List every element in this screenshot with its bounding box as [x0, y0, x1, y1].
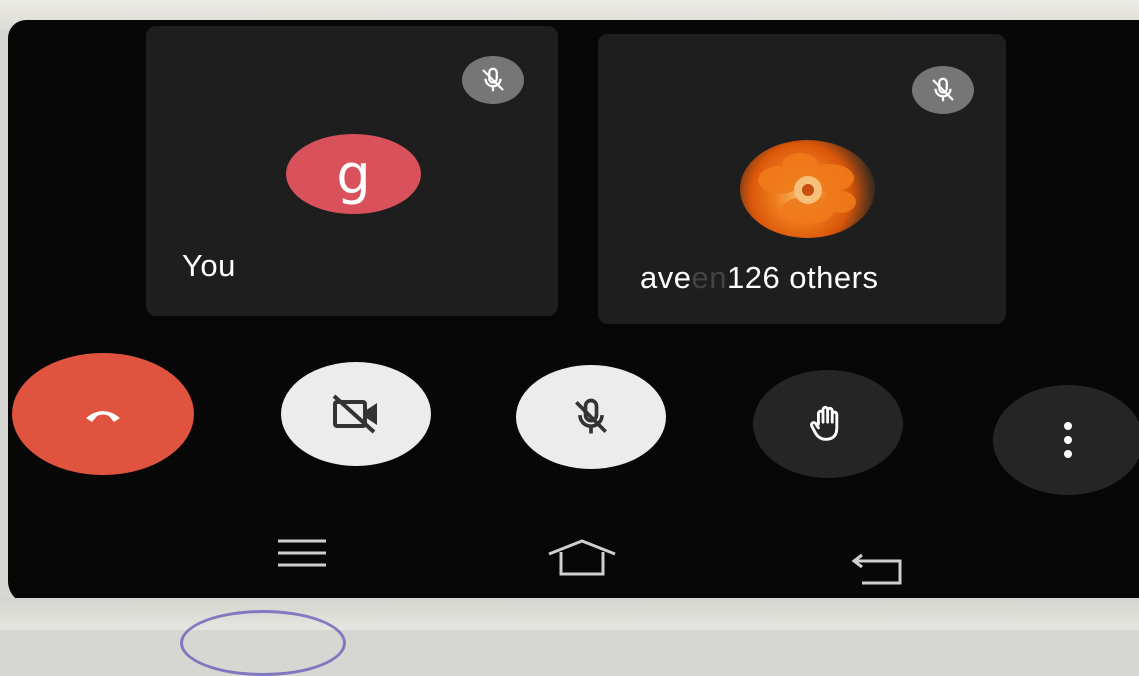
muted-badge-self — [462, 56, 524, 104]
participant-name-self: You — [182, 248, 236, 283]
end-call-button[interactable] — [12, 353, 194, 475]
meeting-screen: g You aveen126 others — [8, 20, 1139, 605]
more-vert-icon — [1064, 422, 1072, 458]
back-icon — [851, 553, 902, 585]
camera-off-icon — [332, 394, 377, 434]
avatar-self: g — [286, 134, 421, 214]
mic-off-icon — [932, 77, 954, 102]
avatar-others-photo — [740, 140, 875, 238]
microphone-toggle-button[interactable] — [516, 365, 666, 469]
phone-hangup-icon — [86, 411, 120, 422]
camera-toggle-button[interactable] — [281, 362, 431, 466]
participant-tile-others[interactable]: aveen126 others — [598, 34, 1006, 324]
nav-back-button[interactable] — [842, 544, 912, 594]
flower-image — [758, 153, 856, 224]
muted-badge-others — [912, 66, 974, 114]
participant-tile-self[interactable]: g You — [146, 26, 558, 316]
more-options-button[interactable] — [993, 385, 1139, 495]
hand-icon — [810, 405, 839, 441]
ink-stamp — [180, 610, 346, 676]
menu-icon — [278, 539, 326, 567]
paper-bottom-edge — [0, 598, 1139, 630]
mic-off-icon — [575, 398, 607, 434]
raise-hand-button[interactable] — [753, 370, 903, 478]
participant-name-others: aveen126 others — [640, 260, 879, 295]
home-icon — [548, 539, 616, 576]
mic-off-icon — [482, 67, 504, 92]
nav-home-button[interactable] — [542, 532, 622, 584]
nav-menu-button[interactable] — [270, 528, 334, 578]
avatar-letter: g — [336, 142, 371, 206]
